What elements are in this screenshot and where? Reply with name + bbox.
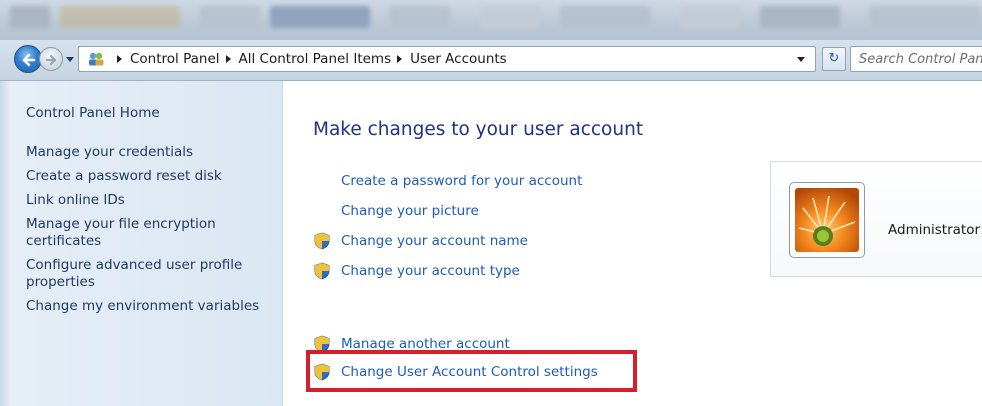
back-button[interactable]	[14, 45, 42, 73]
breadcrumb-separator-icon[interactable]	[117, 55, 122, 63]
create-password-link[interactable]: Create a password for your account	[313, 170, 582, 192]
sidebar-item-manage-credentials[interactable]: Manage your credentials	[26, 144, 266, 161]
sidebar-item-environment-variables[interactable]: Change my environment variables	[26, 298, 266, 315]
link-label: Change your picture	[341, 203, 479, 219]
breadcrumb-all-items[interactable]: All Control Panel Items	[239, 51, 392, 67]
change-picture-link[interactable]: Change your picture	[313, 200, 479, 222]
sidebar-item-password-reset-disk[interactable]: Create a password reset disk	[26, 168, 266, 185]
sidebar-item-control-panel-home[interactable]: Control Panel Home	[26, 105, 266, 122]
breadcrumb-separator-icon[interactable]	[225, 55, 231, 63]
refresh-button[interactable]: ↻	[822, 47, 846, 71]
sidebar-item-file-encryption[interactable]: Manage your file encryption certificates	[26, 216, 266, 250]
control-panel-icon	[89, 52, 104, 66]
sidebar: Control Panel Home Manage your credentia…	[0, 81, 283, 406]
sidebar-task-list: Control Panel Home Manage your credentia…	[26, 105, 266, 322]
recent-pages-dropdown[interactable]	[66, 57, 74, 62]
link-label: Change your account type	[341, 263, 520, 279]
blurred-toolbar	[0, 0, 982, 40]
breadcrumb-separator-icon[interactable]	[397, 55, 403, 63]
breadcrumb-control-panel[interactable]: Control Panel	[130, 51, 220, 67]
uac-shield-icon	[314, 262, 330, 280]
forward-button[interactable]	[39, 47, 63, 71]
search-input[interactable]	[851, 47, 982, 71]
link-label: Change your account name	[341, 233, 528, 249]
breadcrumb-user-accounts[interactable]: User Accounts	[410, 51, 507, 67]
sidebar-item-advanced-profile[interactable]: Configure advanced user profile properti…	[26, 257, 266, 291]
uac-shield-icon	[314, 232, 330, 250]
link-label: Create a password for your account	[341, 173, 583, 189]
account-card: Administrator	[770, 161, 982, 277]
flower-avatar-icon	[795, 188, 859, 252]
highlight-box	[306, 350, 637, 392]
breadcrumb: Control Panel All Control Panel Items Us…	[111, 47, 507, 71]
refresh-icon: ↻	[828, 51, 840, 66]
forward-arrow-icon	[45, 54, 57, 66]
sidebar-shadow	[0, 81, 10, 406]
account-name: Administrator	[888, 222, 981, 238]
sidebar-item-link-online-ids[interactable]: Link online IDs	[26, 192, 266, 209]
address-box[interactable]: Control Panel All Control Panel Items Us…	[78, 46, 816, 72]
search-box[interactable]	[850, 46, 982, 72]
address-history-dropdown[interactable]	[797, 57, 805, 62]
address-bar-row: Control Panel All Control Panel Items Us…	[0, 40, 982, 81]
account-picture[interactable]	[789, 182, 865, 258]
page-title: Make changes to your user account	[313, 119, 644, 140]
change-account-name-link[interactable]: Change your account name	[313, 230, 528, 252]
change-account-type-link[interactable]: Change your account type	[313, 260, 520, 282]
